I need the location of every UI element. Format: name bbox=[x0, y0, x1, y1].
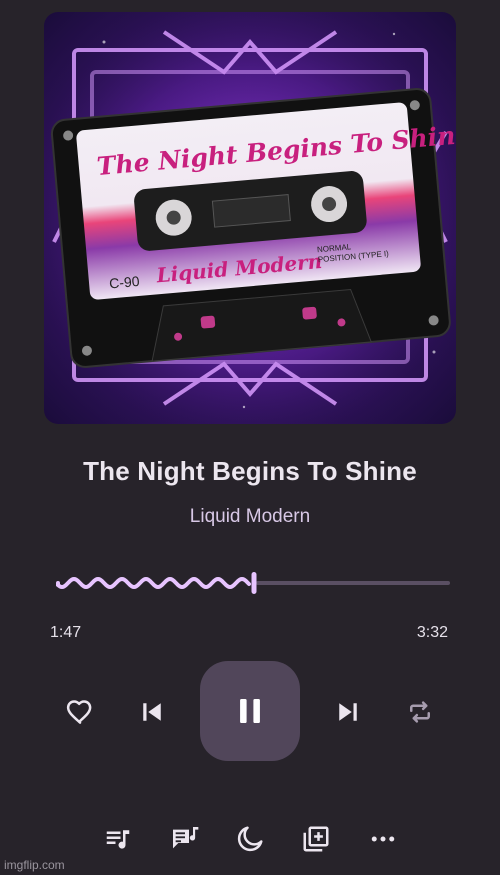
queue-music-icon bbox=[106, 830, 130, 849]
add-to-playlist-icon bbox=[303, 826, 329, 852]
track-title: The Night Begins To Shine bbox=[83, 456, 417, 486]
album-art-image: The Night Begins To Shine C-90 Liquid Mo… bbox=[44, 12, 456, 424]
repeat-button[interactable] bbox=[402, 694, 438, 730]
more-options-button[interactable] bbox=[366, 822, 400, 856]
sleep-timer-button[interactable] bbox=[233, 822, 267, 856]
sleep-timer-icon bbox=[237, 826, 263, 852]
progress-thumb bbox=[251, 572, 257, 594]
album-art: The Night Begins To Shine C-90 Liquid Mo… bbox=[44, 12, 456, 424]
progress-wave-played bbox=[56, 576, 251, 590]
track-artist[interactable]: Liquid Modern bbox=[0, 506, 500, 528]
queue-button[interactable] bbox=[101, 822, 135, 856]
pause-icon bbox=[240, 698, 260, 724]
previous-button[interactable] bbox=[134, 694, 170, 730]
watermark: imgflip.com bbox=[4, 858, 65, 872]
skip-next-icon bbox=[339, 703, 357, 721]
add-to-playlist-button[interactable] bbox=[299, 822, 333, 856]
skip-previous-icon bbox=[143, 703, 161, 721]
lyrics-icon bbox=[173, 827, 199, 849]
cassette-length: C-90 bbox=[108, 273, 140, 292]
progress-slider[interactable] bbox=[56, 566, 450, 600]
next-button[interactable] bbox=[330, 694, 366, 730]
heart-outline-icon bbox=[66, 700, 92, 724]
repeat-icon bbox=[410, 701, 430, 723]
more-options-icon bbox=[371, 836, 395, 842]
elapsed-time: 1:47 bbox=[50, 624, 82, 641]
total-duration: 3:32 bbox=[416, 624, 448, 641]
lyrics-button[interactable] bbox=[168, 822, 202, 856]
play-pause-button[interactable] bbox=[200, 661, 300, 761]
favorite-button[interactable] bbox=[62, 694, 98, 730]
